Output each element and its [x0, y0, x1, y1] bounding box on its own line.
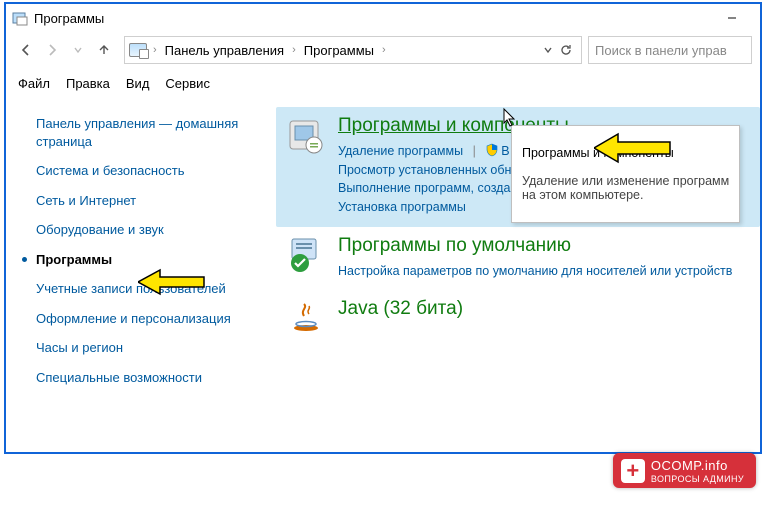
sidebar-item-clock[interactable]: Часы и регион — [36, 333, 266, 363]
breadcrumb-seg-0[interactable]: Панель управления — [163, 43, 286, 58]
chevron-right-icon: › — [286, 44, 302, 56]
titlebar: Программы — [6, 4, 760, 32]
category-programs-features[interactable]: Программы и компоненты Удаление программ… — [276, 107, 760, 227]
menu-edit[interactable]: Правка — [66, 76, 110, 91]
watermark: + OCOMP.info ВОПРОСЫ АДМИНУ — [613, 453, 756, 488]
watermark-text-1a: OCOMP — [651, 458, 701, 473]
link-install-program[interactable]: Установка программы — [338, 200, 466, 214]
content-area: Программы и компоненты Удаление программ… — [276, 101, 760, 392]
address-bar[interactable]: › Панель управления › Программы › — [124, 36, 582, 64]
shield-icon — [485, 143, 499, 157]
category-java[interactable]: Java (32 бита) — [276, 290, 760, 348]
menu-file[interactable]: Файл — [18, 76, 50, 91]
menu-tools[interactable]: Сервис — [165, 76, 210, 91]
annotation-arrow — [138, 267, 208, 297]
sidebar-item-accessibility[interactable]: Специальные возможности — [36, 363, 266, 393]
link-uninstall[interactable]: Удаление программы — [338, 144, 463, 158]
watermark-text-2: ВОПРОСЫ АДМИНУ — [651, 474, 744, 484]
menubar: Файл Правка Вид Сервис — [6, 72, 760, 97]
link-default-media[interactable]: Настройка параметров по умолчанию для но… — [338, 264, 732, 278]
chevron-right-icon: › — [147, 44, 163, 56]
link-view-updates[interactable]: Просмотр установленных обно — [338, 163, 518, 177]
search-input[interactable]: Поиск в панели управ — [588, 36, 752, 64]
category-title[interactable]: Программы по умолчанию — [338, 235, 750, 258]
link-run-programs[interactable]: Выполнение программ, создан — [338, 181, 517, 195]
control-panel-icon — [129, 43, 147, 57]
sidebar-item-hardware[interactable]: Оборудование и звук — [36, 215, 266, 245]
sidebar-item-appearance[interactable]: Оформление и персонализация — [36, 304, 266, 334]
navbar: › Панель управления › Программы › Поиск … — [6, 32, 760, 72]
search-placeholder: Поиск в панели управ — [595, 43, 727, 58]
back-button[interactable] — [14, 38, 38, 62]
category-title[interactable]: Java (32 бита) — [338, 298, 750, 321]
refresh-icon[interactable] — [559, 43, 573, 57]
forward-button[interactable] — [40, 38, 64, 62]
plus-icon: + — [621, 459, 645, 483]
menu-view[interactable]: Вид — [126, 76, 150, 91]
tooltip-body: Удаление или изменение программ на этом … — [522, 174, 729, 202]
annotation-arrow — [594, 131, 674, 165]
minimize-button[interactable] — [710, 4, 754, 32]
sidebar-item-network[interactable]: Сеть и Интернет — [36, 186, 266, 216]
recent-dropdown[interactable] — [66, 38, 90, 62]
window-icon — [12, 10, 28, 26]
watermark-text-1b: .info — [701, 458, 728, 473]
sidebar: Панель управления — домашняя страница Си… — [6, 101, 276, 392]
up-button[interactable] — [92, 38, 116, 62]
java-icon — [286, 298, 326, 338]
cursor-icon — [501, 107, 521, 129]
link-windows-features[interactable]: В — [501, 144, 509, 158]
chevron-down-icon[interactable] — [543, 45, 553, 55]
control-panel-window: Программы › Панель управления › Программ… — [4, 2, 762, 454]
window-title: Программы — [34, 11, 104, 26]
chevron-right-icon: › — [376, 44, 392, 56]
default-programs-icon — [286, 235, 326, 275]
sidebar-item-home[interactable]: Панель управления — домашняя страница — [36, 109, 266, 156]
breadcrumb-seg-1[interactable]: Программы — [302, 43, 376, 58]
programs-features-icon — [286, 115, 326, 155]
category-default-programs[interactable]: Программы по умолчанию Настройка парамет… — [276, 227, 760, 291]
sidebar-item-security[interactable]: Система и безопасность — [36, 156, 266, 186]
